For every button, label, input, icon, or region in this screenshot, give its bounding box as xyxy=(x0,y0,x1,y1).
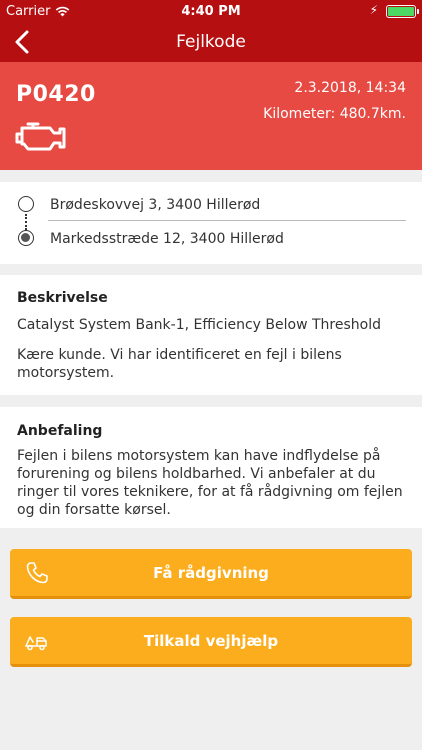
get-advice-button[interactable]: Få rådgivning xyxy=(10,549,412,599)
recommendation-title: Anbefaling xyxy=(17,423,103,439)
route-connector xyxy=(25,214,27,230)
fault-header: P0420 2.3.2018, 14:34 Kilometer: 480.7km… xyxy=(0,62,422,170)
description-message: Kære kunde. Vi har identificeret en fejl… xyxy=(17,347,342,381)
start-address: Brødeskovvej 3, 3400 Hillerød xyxy=(50,197,261,213)
description-card: Beskrivelse Catalyst System Bank-1, Effi… xyxy=(0,275,422,395)
charging-icon: ⚡ xyxy=(369,3,378,17)
status-bar: Carrier 4:40 PM ⚡ xyxy=(0,0,422,22)
route-start-icon xyxy=(18,196,34,212)
recommendation-card: Anbefaling Fejlen i bilens motorsystem k… xyxy=(0,407,422,528)
top-bar: Carrier 4:40 PM ⚡ Fejlkode xyxy=(0,0,422,62)
fault-mileage: Kilometer: 480.7km. xyxy=(263,106,406,122)
engine-icon xyxy=(15,122,66,151)
description-text: Catalyst System Bank-1, Efficiency Below… xyxy=(17,317,381,333)
get-advice-label: Få rådgivning xyxy=(153,564,269,582)
route-divider xyxy=(48,220,406,221)
page-title: Fejlkode xyxy=(176,32,246,52)
fault-date: 2.3.2018, 14:34 xyxy=(294,80,406,96)
route-end-icon xyxy=(18,230,34,246)
call-roadside-button[interactable]: Tilkald vejhjælp xyxy=(10,617,412,667)
status-time: 4:40 PM xyxy=(181,4,241,19)
navigation-bar: Fejlkode xyxy=(0,22,422,62)
battery-icon xyxy=(386,5,419,18)
end-address: Markedsstræde 12, 3400 Hillerød xyxy=(50,231,284,247)
fault-code: P0420 xyxy=(16,82,96,107)
route-card: Brødeskovvej 3, 3400 Hillerød Markedsstr… xyxy=(0,182,422,264)
recommendation-text: Fejlen i bilens motorsystem kan have ind… xyxy=(17,448,403,518)
description-title: Beskrivelse xyxy=(17,290,108,306)
call-roadside-label: Tilkald vejhjælp xyxy=(143,632,279,650)
